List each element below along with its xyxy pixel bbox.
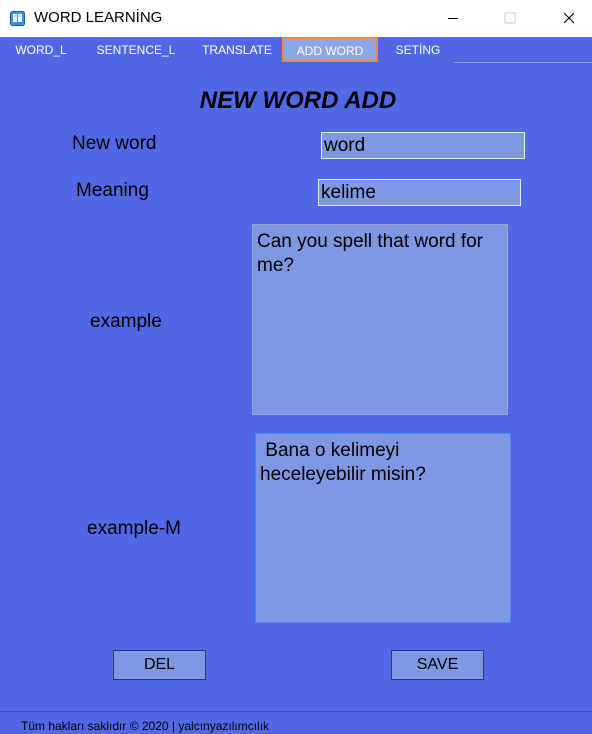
window-title: WORD LEARNİNG <box>34 9 163 26</box>
example-m-label: example-M <box>87 518 181 539</box>
example-label: example <box>90 311 162 332</box>
maximize-icon <box>504 12 516 24</box>
menu-divider <box>454 62 592 63</box>
tab-translate[interactable]: TRANSLATE <box>193 37 281 63</box>
menu-bar: WORD_L SENTENCE_L TRANSLATE ADD WORD SET… <box>0 37 592 63</box>
new-word-input[interactable] <box>321 132 525 159</box>
example-meaning-textarea[interactable]: Bana o kelimeyi heceleyebilir misin? <box>255 433 511 623</box>
title-bar: WORD LEARNİNG <box>0 0 592 37</box>
meaning-input[interactable] <box>318 179 521 206</box>
tab-add-word[interactable]: ADD WORD <box>282 37 378 62</box>
meaning-label: Meaning <box>76 180 149 201</box>
minimize-button[interactable] <box>430 0 476 37</box>
save-button[interactable]: SAVE <box>391 650 484 680</box>
tab-sentence-l[interactable]: SENTENCE_L <box>88 37 184 63</box>
del-button[interactable]: DEL <box>113 650 206 680</box>
close-icon <box>563 12 575 24</box>
new-word-label: New word <box>72 133 157 154</box>
book-app-icon <box>10 11 25 26</box>
page-title: NEW WORD ADD <box>199 87 397 114</box>
close-button[interactable] <box>546 0 592 37</box>
example-textarea[interactable]: Can you spell that word for me? <box>252 224 508 415</box>
maximize-button[interactable] <box>487 0 533 37</box>
minimize-icon <box>448 18 458 19</box>
tab-setting[interactable]: SETİNG <box>386 37 450 63</box>
status-bar-text: Tüm hakları saklıdır © 2020 | yalcınyazı… <box>21 719 270 733</box>
tab-word-l[interactable]: WORD_L <box>0 37 82 63</box>
status-divider <box>0 711 592 712</box>
